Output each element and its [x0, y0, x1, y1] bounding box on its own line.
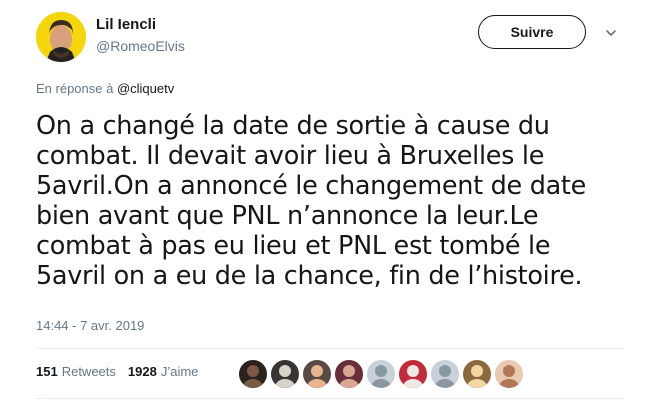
tweet-text-line: bien avant que PNL n’annonce la leur.Le — [36, 201, 539, 231]
tweet-timestamp[interactable]: 14:44 - 7 avr. 2019 — [36, 318, 144, 333]
likes-count[interactable]: 1928 — [128, 364, 157, 379]
likes-label[interactable]: J’aime — [161, 364, 199, 379]
tweet-text-line: combat. Il devait avoir lieu à Bruxelles… — [36, 141, 545, 171]
author-handle[interactable]: @RomeoElvis — [96, 38, 185, 54]
reply-mention-link[interactable]: @cliquetv — [117, 81, 174, 96]
tweet-text-line: 5avril.On a annoncé le changement de dat… — [36, 171, 586, 201]
author-name[interactable]: Lil Iencli — [96, 16, 156, 33]
tweet-card: Lil Iencli @RomeoElvis Suivre En réponse… — [0, 0, 660, 410]
liker-avatar[interactable] — [398, 359, 428, 389]
liker-avatar[interactable] — [302, 359, 332, 389]
tweet-text-line: On a changé la date de sortie à cause du — [36, 111, 550, 141]
retweets-label[interactable]: Retweets — [62, 364, 116, 379]
likers-avatar-row — [238, 359, 526, 389]
tweet-text-line: 5avril on a eu de la chance, fin de l’hi… — [36, 261, 583, 291]
chevron-down-icon[interactable] — [604, 26, 618, 40]
liker-avatar[interactable] — [462, 359, 492, 389]
tweet-text: On a changé la date de sortie à cause du… — [36, 111, 626, 291]
retweets-count[interactable]: 151 — [36, 364, 58, 379]
author-avatar[interactable] — [36, 12, 86, 62]
divider — [36, 398, 624, 399]
liker-avatar[interactable] — [270, 359, 300, 389]
liker-avatar[interactable] — [334, 359, 364, 389]
liker-avatar[interactable] — [238, 359, 268, 389]
reply-context: En réponse à @cliquetv — [36, 81, 174, 96]
tweet-text-line: combat à pas eu lieu et PNL est tombé le — [36, 231, 551, 261]
divider — [36, 348, 624, 349]
avatar-portrait-icon — [36, 12, 86, 62]
liker-avatar[interactable] — [430, 359, 460, 389]
liker-avatar[interactable] — [494, 359, 524, 389]
liker-avatar[interactable] — [366, 359, 396, 389]
tweet-stats: 151 Retweets 1928 J’aime — [36, 364, 198, 379]
reply-prefix: En réponse à — [36, 81, 117, 96]
follow-button[interactable]: Suivre — [478, 15, 586, 49]
